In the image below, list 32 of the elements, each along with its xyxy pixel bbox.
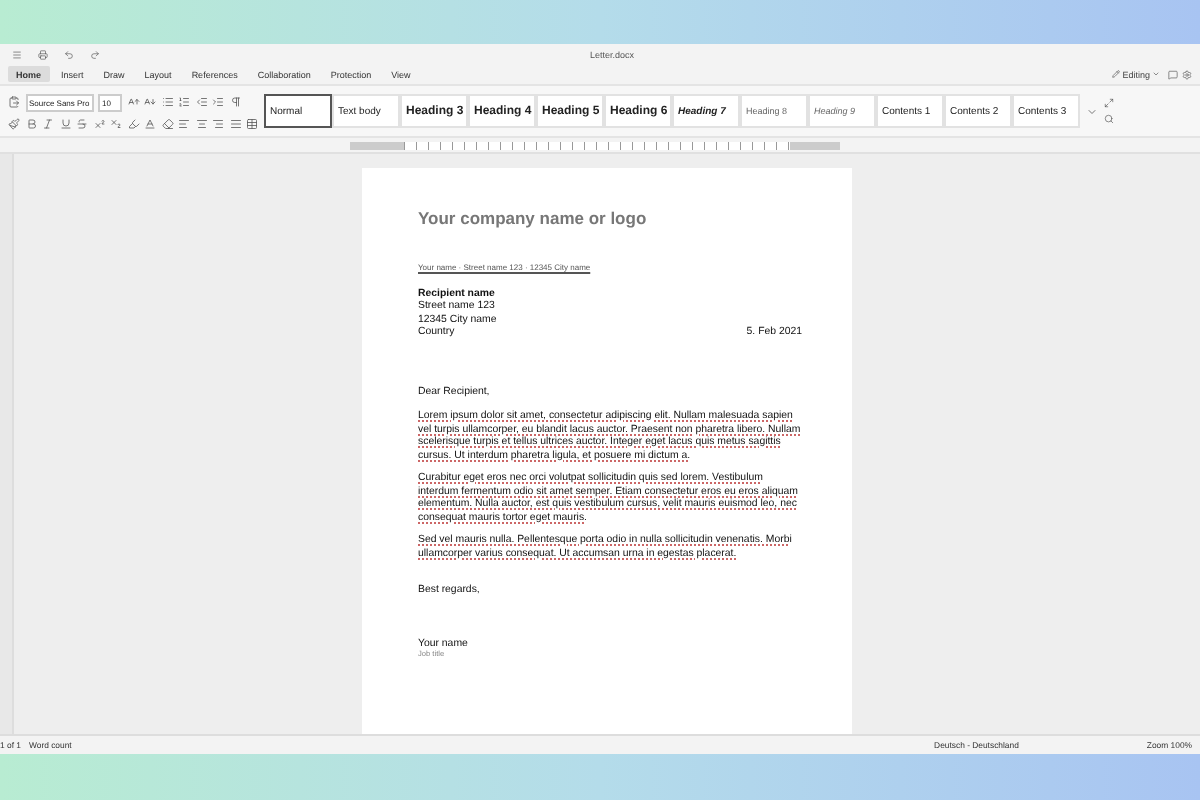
align-center-icon[interactable] (195, 117, 207, 129)
numbered-list-icon[interactable] (178, 96, 190, 108)
settings-icon[interactable] (1182, 69, 1192, 79)
justify-icon[interactable] (229, 117, 241, 129)
indent-icon[interactable] (212, 96, 224, 108)
align-right-icon[interactable] (212, 117, 224, 129)
bullet-list-icon[interactable] (161, 96, 173, 108)
table-icon[interactable] (246, 117, 258, 129)
pencil-icon (1112, 70, 1121, 78)
font-color-icon[interactable] (144, 117, 156, 129)
expand-icon[interactable] (1104, 98, 1114, 108)
outdent-icon[interactable] (195, 96, 207, 108)
highlighter-icon[interactable] (127, 117, 139, 129)
comment-icon[interactable] (1168, 69, 1178, 79)
superscript-icon[interactable] (93, 117, 105, 129)
undo-icon[interactable] (64, 49, 74, 59)
redo-icon[interactable] (90, 49, 100, 59)
paste-icon[interactable] (8, 96, 20, 108)
grow-font-icon[interactable] (127, 96, 139, 108)
company-heading: Your company name or logo (418, 208, 649, 230)
italic-icon[interactable] (42, 117, 54, 129)
underline-icon[interactable] (59, 117, 71, 129)
print-icon[interactable] (38, 49, 48, 59)
eraser-icon[interactable] (161, 117, 173, 129)
shrink-font-icon[interactable] (144, 96, 156, 108)
subscript-icon[interactable] (110, 117, 122, 129)
strikethrough-icon[interactable] (76, 117, 88, 129)
search-icon[interactable] (1104, 114, 1114, 124)
align-left-icon[interactable] (178, 117, 190, 129)
pilcrow-icon[interactable] (229, 96, 241, 108)
brush-icon[interactable] (8, 117, 20, 129)
bold-icon[interactable] (25, 117, 37, 129)
